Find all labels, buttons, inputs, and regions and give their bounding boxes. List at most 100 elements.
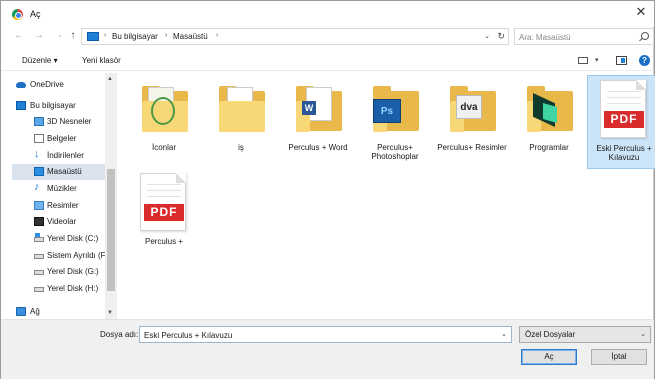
drive-icon [34, 270, 44, 275]
word-icon: W [302, 101, 316, 115]
breadcrumb-chevron-icon[interactable]: › [104, 32, 106, 39]
sidebar-item-label: OneDrive [30, 80, 64, 89]
new-folder-button[interactable]: Yeni klasör [82, 56, 121, 65]
sidebar-item-label: Sistem Ayrıldı (F [47, 251, 106, 260]
sidebar-item-3d-objects[interactable]: 3D Nesneler [12, 114, 108, 130]
network-icon [16, 307, 26, 316]
filetype-select[interactable]: Özel Dosyalar ⌄ [519, 326, 651, 343]
sidebar-item-label: Yerel Disk (H:) [47, 284, 99, 293]
breadcrumb-chevron-icon[interactable]: › [165, 32, 167, 39]
drive-icon [34, 287, 44, 292]
sidebar-item-documents[interactable]: Belgeler [12, 131, 108, 147]
sidebar-item-label: Resimler [47, 201, 79, 210]
image-icon: dva [456, 95, 482, 119]
filename-label: Dosya adı: [100, 330, 139, 339]
sidebar-item-this-pc[interactable]: Bu bilgisayar [12, 98, 108, 114]
local-disk-c-icon [34, 233, 44, 242]
pdf-text-line [147, 184, 181, 185]
filetype-value: Özel Dosyalar [525, 330, 576, 339]
search-icon[interactable] [641, 32, 649, 40]
filename-input[interactable] [144, 330, 494, 341]
file-name: Programlar [529, 143, 569, 152]
sketch-icon [151, 97, 175, 125]
file-name: Perculus+ Photoshoplar [371, 143, 419, 161]
search-input[interactable] [519, 32, 629, 43]
photoshop-icon: Ps [373, 99, 401, 123]
sidebar-item-system-reserved[interactable]: Sistem Ayrıldı (F [12, 248, 108, 264]
file-name: Eski Perculus + Kılavuzu [596, 144, 652, 162]
search-box[interactable] [514, 28, 654, 45]
file-item-is[interactable]: iş [205, 75, 277, 169]
file-name: İconlar [151, 143, 176, 152]
recent-locations-chevron-icon[interactable]: ⌄ [54, 30, 66, 42]
desktop-icon [34, 167, 44, 176]
pdf-text-line [607, 97, 641, 98]
filename-combobox[interactable]: ⌄ [139, 326, 512, 343]
pdf-badge: PDF [604, 111, 644, 128]
breadcrumb-this-pc[interactable]: Bu bilgisayar [112, 32, 158, 41]
file-item-perculus[interactable]: PDF Perculus + [128, 169, 200, 263]
pictures-icon [34, 201, 44, 210]
file-item-perculus-resimler[interactable]: dva Perculus+ Resimler [436, 75, 508, 169]
address-bar[interactable]: › Bu bilgisayar › Masaüstü › ⌄ ↻ [81, 28, 509, 45]
sidebar-item-label: Bu bilgisayar [30, 101, 76, 110]
forward-arrow-icon[interactable]: → [33, 30, 45, 42]
close-button[interactable]: ✕ [634, 5, 648, 19]
drive-icon [34, 254, 44, 259]
organize-dropdown-icon: ▾ [53, 56, 58, 65]
organize-label: Düzenle [22, 56, 52, 65]
sidebar-item-local-disk-g[interactable]: Yerel Disk (G:) [12, 264, 108, 280]
sidebar-item-desktop[interactable]: Masaüstü [12, 164, 108, 180]
command-bar: Düzenle ▾ Yeni klasör ▾ ? [1, 51, 654, 71]
refresh-icon[interactable]: ↻ [497, 31, 505, 42]
title-bar: Aç ✕ [1, 1, 654, 27]
breadcrumb-chevron-icon[interactable]: › [216, 32, 218, 39]
organize-button[interactable]: Düzenle ▾ [22, 56, 58, 65]
scroll-up-arrow-icon[interactable]: ▲ [107, 76, 113, 82]
sidebar-item-music[interactable]: Müzikler [12, 181, 108, 197]
sidebar-item-network[interactable]: Ağ [12, 304, 108, 319]
sidebar-item-label: Videolar [47, 217, 77, 226]
file-item-iconlar[interactable]: İconlar [128, 75, 200, 169]
pdf-text-line [147, 190, 181, 191]
help-icon[interactable]: ? [639, 55, 650, 66]
file-item-programlar[interactable]: Programlar [513, 75, 585, 169]
sidebar-scrollbar[interactable]: ▲ ▼ [105, 73, 117, 319]
file-name: Perculus+ Resimler [437, 143, 507, 152]
videos-icon [34, 217, 44, 226]
file-item-perculus-word[interactable]: W Perculus + Word [282, 75, 354, 169]
view-options-icon[interactable] [578, 57, 588, 64]
navigation-pane: OneDrive Bu bilgisayar 3D Nesneler Belge… [12, 73, 119, 319]
sidebar-item-downloads[interactable]: İndirilenler [12, 148, 108, 164]
filetype-dropdown-icon[interactable]: ⌄ [640, 330, 646, 338]
address-dropdown-icon[interactable]: ⌄ [484, 32, 490, 40]
file-name: iş [238, 143, 244, 152]
pdf-file-icon: PDF [140, 173, 186, 231]
file-item-eski-perculus-kilavuzu[interactable]: PDF Eski Perculus + Kılavuzu [587, 75, 655, 169]
computer-icon [16, 101, 26, 110]
sidebar-item-local-disk-h[interactable]: Yerel Disk (H:) [12, 281, 108, 297]
dialog-footer: Dosya adı: ⌄ Özel Dosyalar ⌄ Aç İptal [1, 319, 654, 379]
scroll-down-arrow-icon[interactable]: ▼ [107, 310, 113, 316]
sidebar-item-local-disk-c[interactable]: Yerel Disk (C:) [12, 231, 108, 247]
sidebar-item-videos[interactable]: Videolar [12, 214, 108, 230]
up-arrow-icon[interactable]: ↑ [67, 30, 79, 42]
pdf-text-line [607, 91, 641, 92]
music-icon [34, 181, 44, 193]
cancel-button[interactable]: İptal [591, 349, 647, 365]
sidebar-item-pictures[interactable]: Resimler [12, 198, 108, 214]
open-button[interactable]: Aç [521, 349, 577, 365]
sidebar-item-onedrive[interactable]: OneDrive [12, 77, 108, 93]
scrollbar-thumb[interactable] [107, 169, 115, 291]
sidebar-item-label: İndirilenler [47, 151, 84, 160]
view-options-dropdown-icon[interactable]: ▾ [595, 56, 599, 64]
window-title: Aç [30, 9, 41, 19]
file-item-perculus-photoshoplar[interactable]: Ps Perculus+ Photoshoplar [359, 75, 431, 169]
preview-pane-icon[interactable] [616, 56, 627, 65]
back-arrow-icon[interactable]: ← [13, 30, 25, 42]
sidebar-item-label: Yerel Disk (C:) [47, 234, 99, 243]
documents-icon [34, 134, 44, 143]
breadcrumb-desktop[interactable]: Masaüstü [173, 32, 208, 41]
filename-dropdown-icon[interactable]: ⌄ [501, 330, 507, 338]
downloads-icon [34, 148, 44, 160]
